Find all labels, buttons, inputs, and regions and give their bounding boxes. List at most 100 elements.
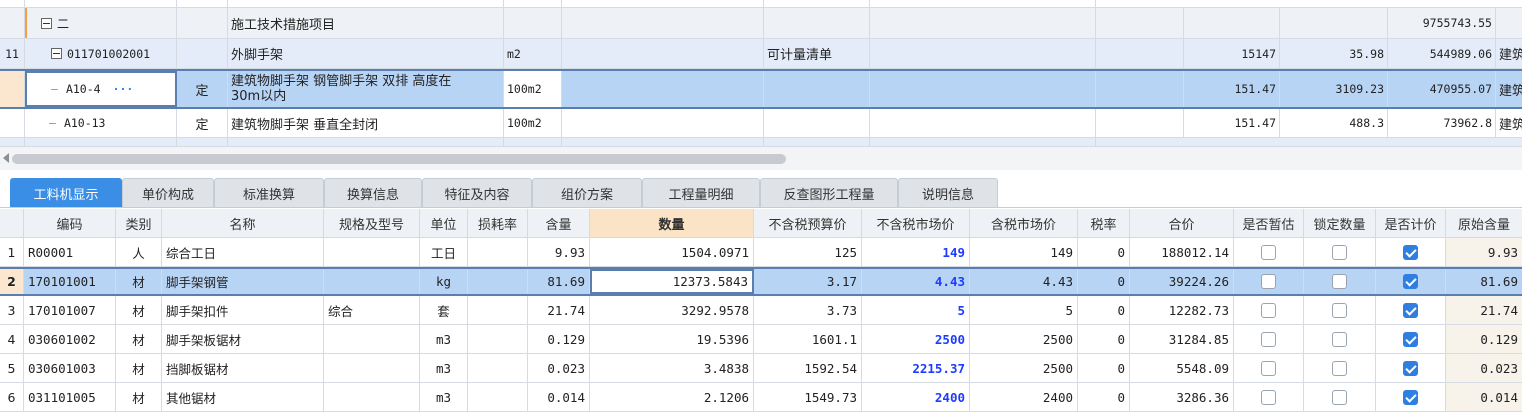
table-row[interactable]: 二 施工技术措施项目 9755743.55 — [0, 8, 1522, 39]
cell-category[interactable]: 材 — [116, 383, 162, 411]
table-row[interactable]: 5 030601003 材 挡脚板锯材 m3 0.023 3.4838 1592… — [0, 354, 1522, 383]
col-header-market-price[interactable]: 不含税市场价 — [862, 209, 970, 237]
cell-quantity-active[interactable]: 12373.5843 — [590, 269, 754, 294]
cell-market-price-tax[interactable]: 2500 — [970, 325, 1078, 353]
tab-conversion-info[interactable]: 换算信息 — [324, 178, 422, 208]
cell-budget-price[interactable]: 3.73 — [754, 296, 862, 324]
cell-loss-rate[interactable] — [468, 238, 528, 266]
lock-quantity-checkbox[interactable] — [1332, 360, 1347, 376]
col-header-spec[interactable]: 规格及型号 — [324, 209, 420, 237]
table-row[interactable]: 3 170101007 材 脚手架扣件 综合 套 21.74 3292.9578… — [0, 296, 1522, 325]
cell-quantity[interactable]: 3292.9578 — [590, 296, 754, 324]
cell-content[interactable]: 21.74 — [528, 296, 590, 324]
cell-category[interactable]: 材 — [116, 354, 162, 382]
cell-budget-price[interactable]: 3.17 — [754, 269, 862, 294]
cell-name[interactable]: 脚手架板锯材 — [162, 325, 324, 353]
cell-market-price[interactable]: 5 — [862, 296, 970, 324]
tab-unit-price-composition[interactable]: 单价构成 — [122, 178, 214, 208]
cell-budget-price[interactable]: 1549.73 — [754, 383, 862, 411]
cell-category[interactable]: 材 — [116, 269, 162, 294]
priced-checkbox[interactable] — [1403, 244, 1418, 260]
priced-checkbox[interactable] — [1403, 302, 1418, 318]
table-row-selected[interactable]: 2 170101001 材 脚手架钢管 kg 81.69 12373.5843 … — [0, 267, 1522, 296]
provisional-checkbox[interactable] — [1261, 244, 1276, 260]
cell-quantity[interactable]: 19.5396 — [590, 325, 754, 353]
cell-code[interactable]: 030601003 — [24, 354, 116, 382]
col-header-code[interactable]: 编码 — [24, 209, 116, 237]
cell-code[interactable]: R00001 — [24, 238, 116, 266]
cell-market-price[interactable]: 4.43 — [862, 269, 970, 294]
lock-quantity-checkbox[interactable] — [1332, 331, 1347, 347]
col-header-name[interactable]: 名称 — [162, 209, 324, 237]
cell-spec[interactable] — [324, 325, 420, 353]
col-header-quantity[interactable]: 数量 — [590, 209, 754, 237]
cell-spec[interactable] — [324, 383, 420, 411]
cell-code[interactable]: 170101007 — [24, 296, 116, 324]
cell-content[interactable]: 0.129 — [528, 325, 590, 353]
cell-code[interactable]: 170101001 — [24, 269, 116, 294]
tab-graphic-quantity[interactable]: 反查图形工程量 — [760, 178, 898, 208]
col-header-loss-rate[interactable]: 损耗率 — [468, 209, 528, 237]
cell-loss-rate[interactable] — [468, 269, 528, 294]
cell-code[interactable]: 031101005 — [24, 383, 116, 411]
cell-spec[interactable] — [324, 269, 420, 294]
table-row[interactable]: 1 R00001 人 综合工日 工日 9.93 1504.0971 125 14… — [0, 238, 1522, 267]
lock-quantity-checkbox[interactable] — [1332, 244, 1347, 260]
cell-content[interactable]: 9.93 — [528, 238, 590, 266]
cell-budget-price[interactable]: 125 — [754, 238, 862, 266]
table-row-selected[interactable]: — A10-4 ··· 定 建筑物脚手架 钢管脚手架 双排 高度在 30m以内 … — [0, 69, 1522, 109]
cell-category[interactable]: 材 — [116, 296, 162, 324]
provisional-checkbox[interactable] — [1261, 331, 1276, 347]
cell-quantity[interactable]: 1504.0971 — [590, 238, 754, 266]
cell-unit[interactable]: 套 — [420, 296, 468, 324]
provisional-checkbox[interactable] — [1261, 360, 1276, 376]
cell-tax-rate[interactable]: 0 — [1078, 238, 1130, 266]
cell-budget-price[interactable]: 1592.54 — [754, 354, 862, 382]
cell-tax-rate[interactable]: 0 — [1078, 296, 1130, 324]
col-header-unit[interactable]: 单位 — [420, 209, 468, 237]
horizontal-scrollbar[interactable] — [0, 146, 1522, 170]
cell-content[interactable]: 81.69 — [528, 269, 590, 294]
tab-labor-material-machine[interactable]: 工料机显示 — [10, 178, 122, 208]
table-row[interactable]: 6 031101005 材 其他锯材 m3 0.014 2.1206 1549.… — [0, 383, 1522, 412]
cell-unit[interactable]: kg — [420, 269, 468, 294]
table-row[interactable]: — A10-13 定 建筑物脚手架 垂直全封闭 100m2 151.47 488… — [0, 109, 1522, 138]
scroll-left-icon[interactable] — [3, 153, 9, 163]
cell-category[interactable]: 人 — [116, 238, 162, 266]
cell-name[interactable]: 其他锯材 — [162, 383, 324, 411]
col-header-tax-rate[interactable]: 税率 — [1078, 209, 1130, 237]
cell-loss-rate[interactable] — [468, 325, 528, 353]
col-header-provisional[interactable]: 是否暂估 — [1234, 209, 1304, 237]
more-icon[interactable]: ··· — [113, 82, 134, 96]
tab-quantity-details[interactable]: 工程量明细 — [642, 178, 760, 208]
cell-loss-rate[interactable] — [468, 354, 528, 382]
col-header-content[interactable]: 含量 — [528, 209, 590, 237]
cell-unit[interactable]: m3 — [420, 354, 468, 382]
cell-loss-rate[interactable] — [468, 383, 528, 411]
cell-unit[interactable]: m3 — [420, 383, 468, 411]
cell-quantity[interactable]: 3.4838 — [590, 354, 754, 382]
col-header-total[interactable]: 合价 — [1130, 209, 1234, 237]
collapse-icon[interactable] — [41, 17, 52, 29]
cell-tax-rate[interactable]: 0 — [1078, 269, 1130, 294]
cell-market-price[interactable]: 2215.37 — [862, 354, 970, 382]
cell-content[interactable]: 0.014 — [528, 383, 590, 411]
cell-market-price-tax[interactable]: 5 — [970, 296, 1078, 324]
table-row[interactable]: 11 011701002001 外脚手架 m2 可计量清单 15147 35.9… — [0, 39, 1522, 69]
lock-quantity-checkbox[interactable] — [1332, 274, 1347, 289]
cell-spec[interactable] — [324, 354, 420, 382]
priced-checkbox[interactable] — [1403, 360, 1418, 376]
collapse-icon[interactable] — [51, 48, 62, 59]
lock-quantity-checkbox[interactable] — [1332, 389, 1347, 405]
lock-quantity-checkbox[interactable] — [1332, 302, 1347, 318]
cell-tax-rate[interactable]: 0 — [1078, 354, 1130, 382]
cell-name[interactable]: 脚手架钢管 — [162, 269, 324, 294]
cell-unit[interactable]: m3 — [420, 325, 468, 353]
table-row[interactable]: 4 030601002 材 脚手架板锯材 m3 0.129 19.5396 16… — [0, 325, 1522, 354]
cell-name[interactable]: 脚手架扣件 — [162, 296, 324, 324]
cell-budget-price[interactable]: 1601.1 — [754, 325, 862, 353]
priced-checkbox[interactable] — [1403, 389, 1418, 405]
cell-unit[interactable]: 工日 — [420, 238, 468, 266]
col-header-lock-quantity[interactable]: 锁定数量 — [1304, 209, 1376, 237]
provisional-checkbox[interactable] — [1261, 302, 1276, 318]
